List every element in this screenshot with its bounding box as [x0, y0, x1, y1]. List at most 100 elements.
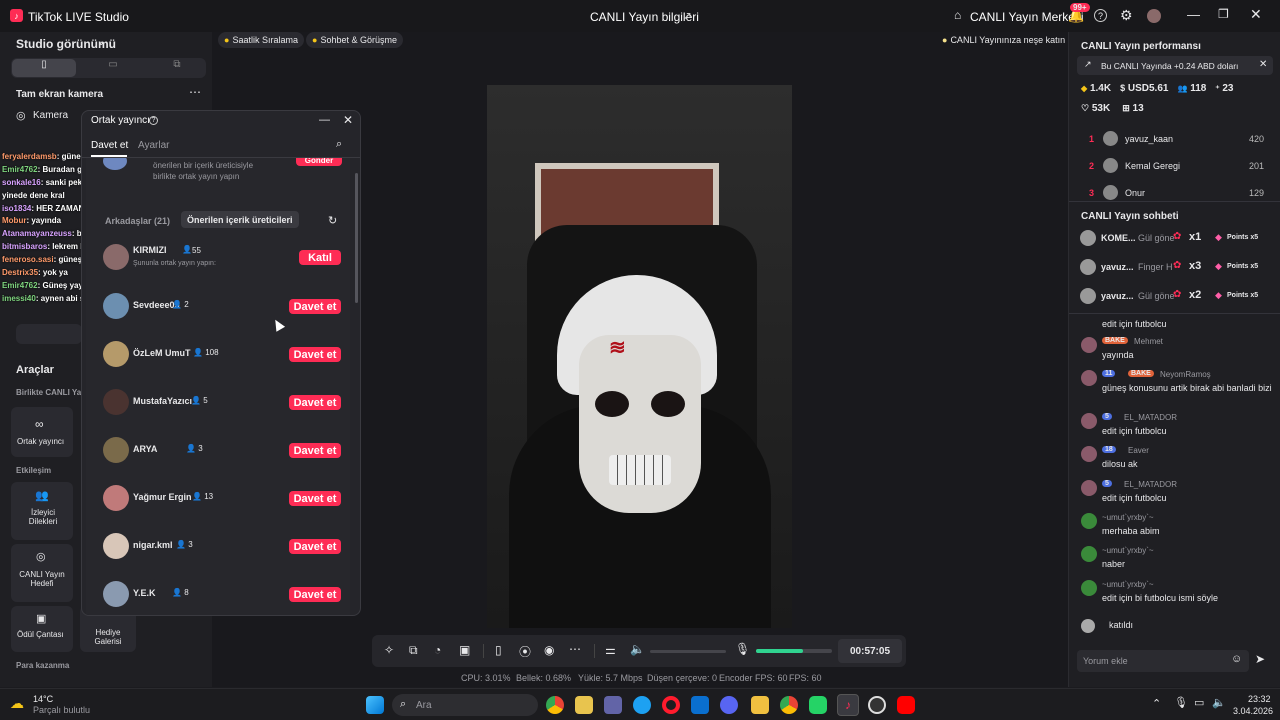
more-icon[interactable]: ⋯: [189, 85, 201, 99]
landscape-layout-button[interactable]: ▭: [81, 59, 145, 77]
camera-switch-icon[interactable]: ◉: [544, 643, 554, 657]
points-icon: ◆: [1215, 261, 1222, 271]
tip-chip[interactable]: ● CANLI Yayınınıza neşe katın: [942, 32, 1065, 48]
chat-user: Eaver: [1128, 446, 1149, 455]
info-icon[interactable]: ?: [149, 116, 158, 125]
dialog-close-icon[interactable]: ✕: [343, 113, 353, 127]
hourly-ranking-chip[interactable]: ● Saatlik Sıralama: [218, 32, 304, 48]
obs-icon[interactable]: [868, 696, 886, 714]
help-icon[interactable]: ?: [1094, 9, 1107, 22]
whatsapp-icon[interactable]: [809, 696, 827, 714]
dialog-scroll[interactable]: önerilen bir içerik üreticisiyle birlikt…: [86, 158, 350, 615]
invite-button[interactable]: Davet et: [289, 539, 341, 554]
teams-icon[interactable]: [604, 696, 622, 714]
user-name: nigar.kml: [133, 540, 173, 550]
settings-sliders-icon[interactable]: ⚌: [605, 643, 616, 657]
cohost-tool-button[interactable]: ∞ Ortak yayıncı: [11, 407, 73, 457]
close-icon[interactable]: ✕: [1250, 6, 1262, 23]
follower-count-value: 3: [188, 540, 193, 549]
banner-close-icon[interactable]: ✕: [1259, 59, 1267, 70]
ranking-row[interactable]: 1 yavuz_kaan 420: [1069, 128, 1280, 150]
microphone-icon[interactable]: 🎙: [735, 642, 750, 656]
join-button-label: Katıl: [308, 251, 332, 264]
emoji-icon[interactable]: ☺: [1231, 653, 1242, 665]
record-icon[interactable]: ⦿: [519, 643, 531, 660]
start-icon[interactable]: [366, 696, 384, 714]
refresh-icon[interactable]: ↻: [328, 214, 337, 227]
invite-button-label: Davet et: [293, 444, 337, 457]
youtube-icon[interactable]: [897, 696, 915, 714]
maximize-icon[interactable]: ❐: [1218, 7, 1229, 21]
taskbar-search[interactable]: ⌕ Ara: [392, 694, 538, 716]
mic-slider[interactable]: [756, 649, 832, 653]
tab-suggested[interactable]: Önerilen içerik üreticileri: [181, 211, 299, 228]
edge-icon[interactable]: [633, 696, 651, 714]
invite-button[interactable]: Davet et: [289, 347, 341, 362]
clock-date[interactable]: 3.04.2026: [1233, 706, 1273, 716]
invite-button[interactable]: Davet et: [289, 299, 341, 314]
opera-icon[interactable]: [662, 696, 680, 714]
minimize-icon[interactable]: —: [1187, 7, 1200, 22]
beauty-icon[interactable]: ◔: [434, 643, 441, 657]
clock-time[interactable]: 23:32: [1248, 694, 1271, 704]
folder-icon[interactable]: [751, 696, 769, 714]
hourly-ranking-label: Saatlik Sıralama: [232, 35, 298, 45]
invite-button[interactable]: Davet et: [289, 491, 341, 506]
follower-count: 👤 108: [193, 348, 219, 357]
effects-icon[interactable]: ✧: [384, 643, 394, 657]
overlay-chat-msg: yayında: [31, 216, 62, 226]
search-icon[interactable]: ⌕: [336, 138, 342, 151]
suggested-avatars: [103, 158, 127, 170]
portrait-layout-button[interactable]: ▯: [12, 59, 76, 77]
tab-invite[interactable]: Davet et: [91, 140, 128, 151]
tray-mic-icon[interactable]: 🎙: [1174, 696, 1188, 709]
tray-volume-icon[interactable]: 🔈: [1212, 696, 1226, 709]
add-source-button[interactable]: [16, 324, 82, 344]
file-explorer-icon[interactable]: [575, 696, 593, 714]
share-icon[interactable]: ↗: [682, 9, 692, 23]
invite-button[interactable]: Davet et: [289, 395, 341, 410]
send-icon[interactable]: ➤: [1255, 652, 1265, 666]
viewer-requests-button[interactable]: 👥 İzleyici Dilekleri: [11, 482, 73, 540]
live-center-link[interactable]: CANLI Yayın Merkezi: [970, 10, 1084, 24]
video-preview[interactable]: ≋: [487, 85, 792, 628]
phone-icon[interactable]: ▯: [495, 643, 502, 657]
live-goal-label: CANLI Yayın Hedefi: [19, 570, 65, 588]
dialog-minimize-icon[interactable]: —: [319, 114, 330, 126]
mask-eye-right: [651, 391, 685, 417]
home-icon[interactable]: ⌂: [954, 8, 961, 22]
tab-settings[interactable]: Ayarlar: [138, 140, 170, 151]
user-name: ÖzLeM UmuT: [133, 348, 191, 358]
chrome-2-icon[interactable]: [780, 696, 798, 714]
chrome-icon[interactable]: [546, 696, 564, 714]
ranking-row[interactable]: 2 Kemal Geregi 201: [1069, 155, 1280, 177]
tab-friends[interactable]: Arkadaşlar (21): [105, 216, 170, 226]
filter-icon[interactable]: ⧉: [409, 643, 418, 658]
scrollbar-thumb[interactable]: [355, 173, 358, 303]
discord-icon[interactable]: [720, 696, 738, 714]
invite-button[interactable]: Davet et: [289, 443, 341, 458]
speaker-icon[interactable]: 🔈: [630, 642, 645, 656]
reward-bag-button[interactable]: ▣ Ödül Çantası: [11, 606, 73, 652]
join-button[interactable]: Katıl: [299, 250, 341, 265]
mail-icon[interactable]: [691, 696, 709, 714]
invite-row: Yağmur Ergin 👤 13 Davet et: [86, 478, 350, 518]
comment-input[interactable]: Yorum ekle ☺: [1077, 650, 1249, 672]
invite-button[interactable]: Davet et: [289, 587, 341, 602]
tray-display-icon[interactable]: ▭: [1194, 696, 1204, 709]
dual-layout-button[interactable]: ⧉: [149, 59, 205, 77]
more-options-icon[interactable]: ⋯: [569, 642, 581, 656]
gear-icon[interactable]: ⚙: [1120, 7, 1133, 24]
tiktok-taskbar-icon[interactable]: ♪: [837, 694, 859, 716]
live-goal-button[interactable]: ◎ CANLI Yayın Hedefi: [11, 544, 73, 602]
tray-chevron-icon[interactable]: ⌃: [1152, 697, 1161, 710]
usd-stat: $ USD5.61: [1120, 83, 1168, 94]
suggested-send-button[interactable]: Gönder: [296, 158, 342, 166]
profile-avatar[interactable]: [1147, 9, 1161, 23]
gift-row: yavuz... Gül göne ✿ x2 ◆ Points x5: [1069, 285, 1280, 307]
volume-slider[interactable]: [650, 650, 726, 653]
camera-source[interactable]: Kamera: [33, 110, 68, 121]
viewer-value: 118: [1190, 83, 1207, 94]
chat-meet-chip[interactable]: ● Sohbet & Görüşme: [306, 32, 403, 48]
overlay-icon[interactable]: ▣: [459, 643, 470, 657]
